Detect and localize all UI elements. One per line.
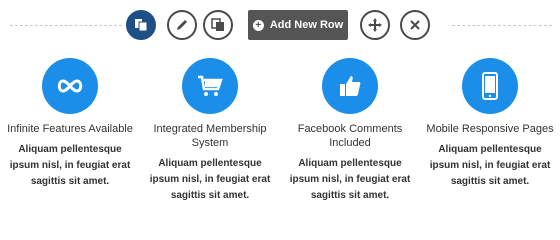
infinity-icon bbox=[57, 79, 83, 93]
add-new-row-button[interactable]: + Add New Row bbox=[248, 10, 348, 40]
move-icon bbox=[368, 18, 382, 32]
duplicate-icon bbox=[211, 18, 224, 31]
row-toolbar: + Add New Row bbox=[0, 0, 560, 50]
copy-button[interactable] bbox=[126, 10, 156, 40]
close-button[interactable] bbox=[400, 10, 430, 40]
feature-icon-circle bbox=[322, 58, 378, 114]
plus-icon: + bbox=[252, 19, 264, 31]
divider-right bbox=[452, 25, 552, 26]
feature-description: Aliquam pellentesque ipsum nisl, in feug… bbox=[289, 158, 411, 201]
divider-left bbox=[10, 25, 122, 26]
thumbs-up-icon bbox=[340, 76, 361, 96]
copy-icon bbox=[135, 19, 148, 32]
move-button[interactable] bbox=[360, 10, 390, 40]
feature-title: Integrated Membership System bbox=[153, 123, 267, 149]
feature-description: Aliquam pellentesque ipsum nisl, in feug… bbox=[429, 144, 551, 187]
feature-column: Mobile Responsive Pages Aliquam pellente… bbox=[420, 58, 560, 190]
cart-icon bbox=[198, 75, 223, 96]
edit-icon bbox=[177, 20, 187, 30]
duplicate-button[interactable] bbox=[203, 10, 233, 40]
feature-column: Integrated Membership System Aliquam pel… bbox=[140, 58, 280, 204]
add-new-row-label: Add New Row bbox=[269, 19, 344, 31]
mobile-icon bbox=[482, 72, 498, 100]
edit-button[interactable] bbox=[167, 10, 197, 40]
feature-title: Facebook Comments Included bbox=[297, 123, 403, 149]
feature-column: Facebook Comments Included Aliquam pelle… bbox=[280, 58, 420, 204]
close-icon bbox=[410, 20, 420, 30]
feature-icon-circle bbox=[182, 58, 238, 114]
features-row: Infinite Features Available Aliquam pell… bbox=[0, 58, 560, 217]
feature-description: Aliquam pellentesque ipsum nisl, in feug… bbox=[149, 158, 271, 201]
feature-title: Mobile Responsive Pages bbox=[426, 123, 554, 135]
feature-description: Aliquam pellentesque ipsum nisl, in feug… bbox=[9, 144, 131, 187]
feature-icon-circle bbox=[42, 58, 98, 114]
feature-icon-circle bbox=[462, 58, 518, 114]
feature-title: Infinite Features Available bbox=[7, 123, 133, 135]
feature-column: Infinite Features Available Aliquam pell… bbox=[0, 58, 140, 190]
